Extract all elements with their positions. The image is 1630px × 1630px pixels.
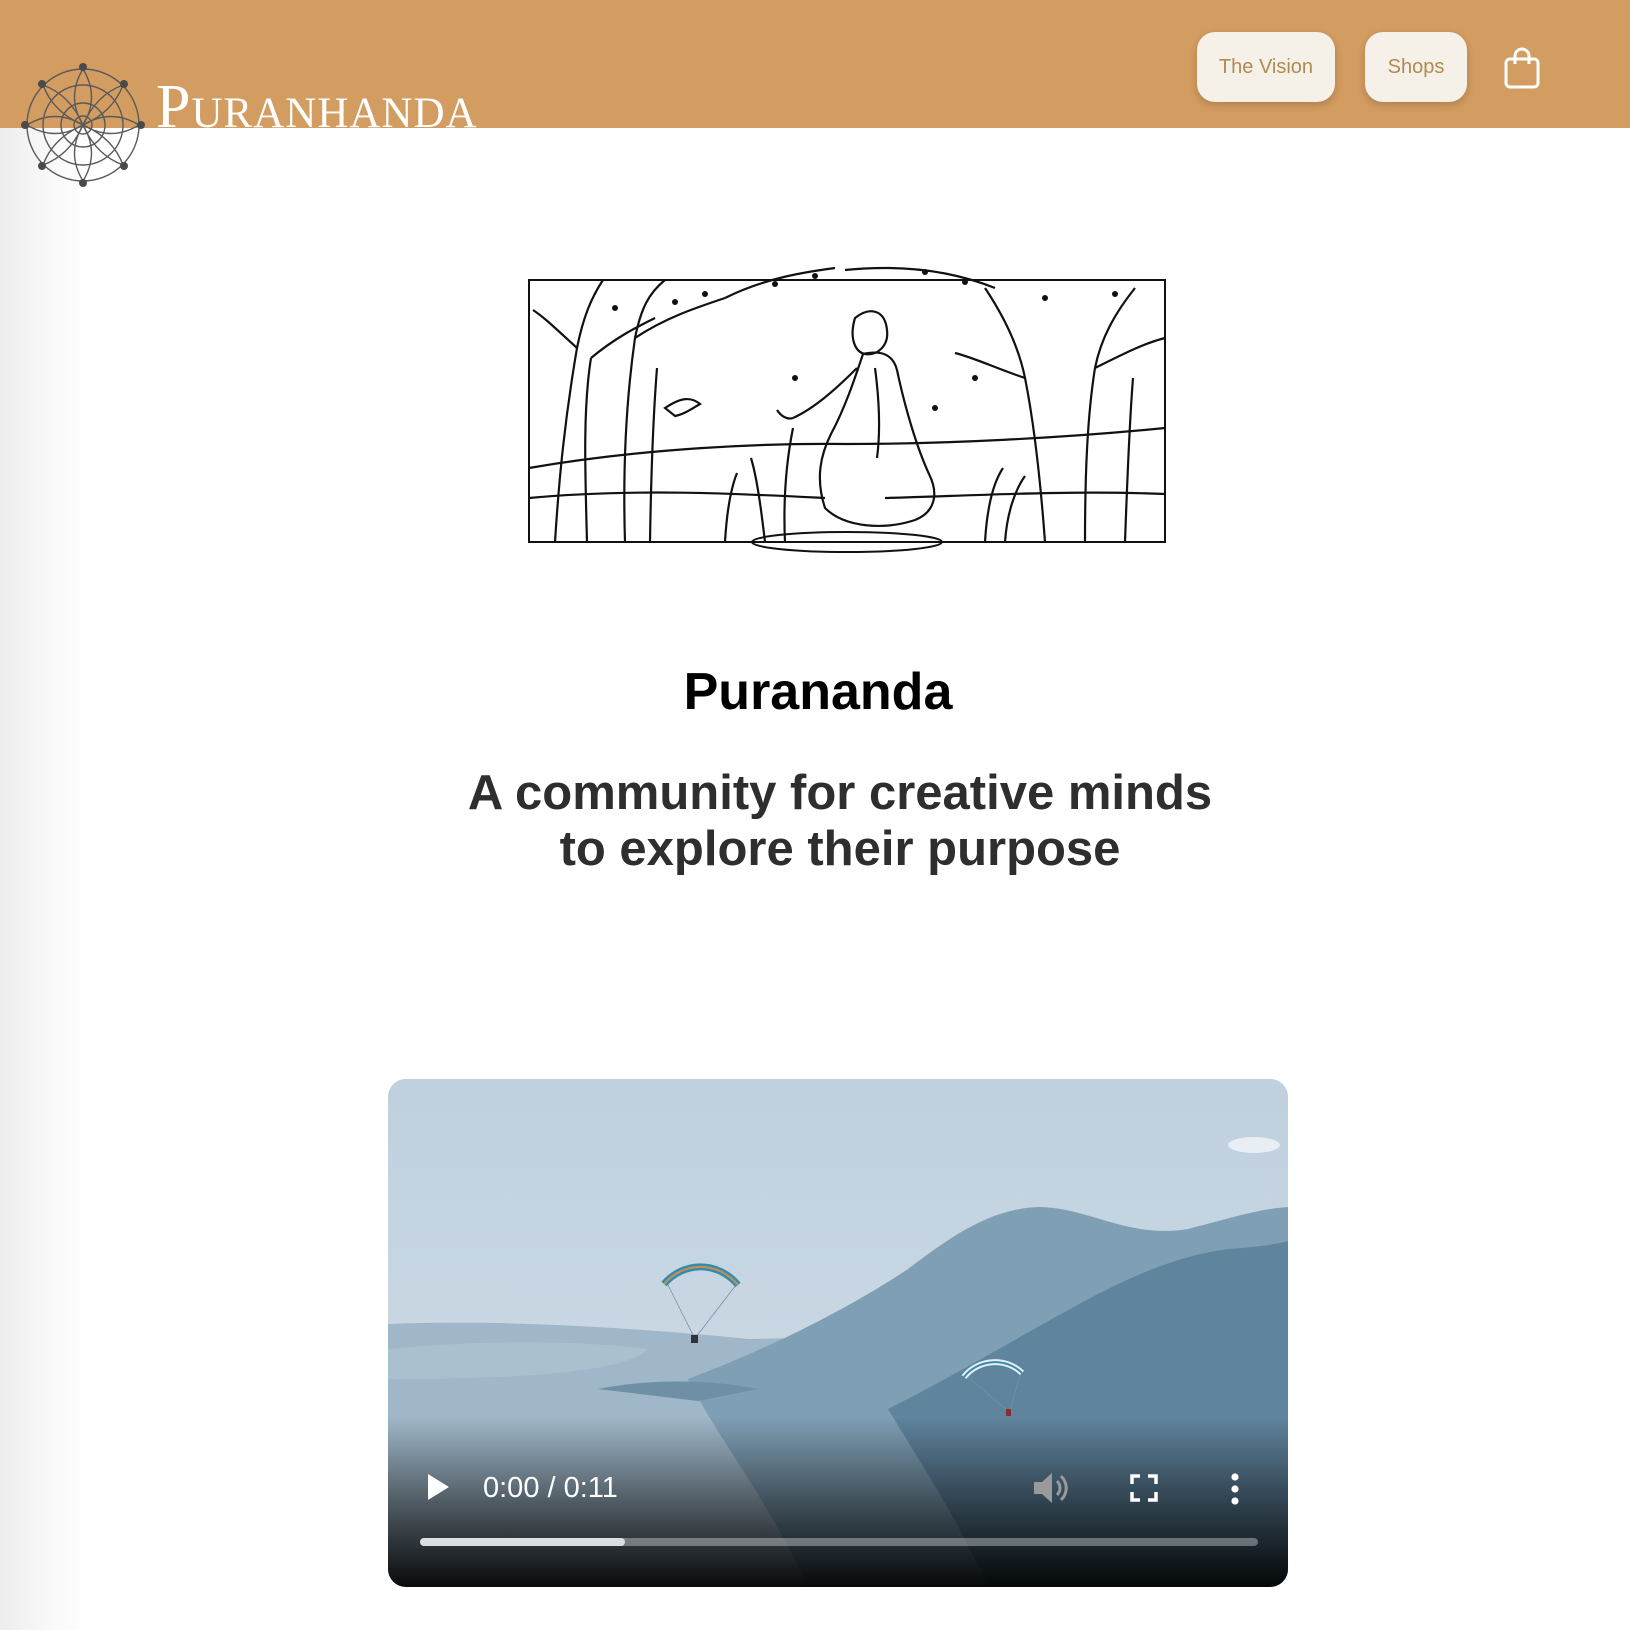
nav-shops-button[interactable]: Shops bbox=[1365, 32, 1467, 102]
mandala-logo-icon bbox=[21, 63, 145, 187]
woman-in-garden-illustration bbox=[528, 266, 1166, 553]
nav-the-vision-button[interactable]: The Vision bbox=[1197, 32, 1335, 102]
video-buffered-fill bbox=[420, 1538, 626, 1546]
more-options-icon[interactable] bbox=[1230, 1473, 1240, 1505]
shopping-bag-icon[interactable] bbox=[1502, 46, 1542, 90]
page-title: Purananda bbox=[683, 663, 953, 721]
tagline-line-2: to explore their purpose bbox=[559, 822, 1121, 876]
fullscreen-icon[interactable] bbox=[1130, 1474, 1158, 1502]
video-time-display: 0:00 / 0:11 bbox=[483, 1472, 618, 1504]
video-player[interactable]: 0:00 / 0:11 bbox=[388, 1079, 1288, 1587]
volume-icon[interactable] bbox=[1031, 1470, 1069, 1506]
play-icon[interactable] bbox=[424, 1471, 452, 1503]
tagline-line-1: A community for creative minds bbox=[467, 766, 1213, 820]
video-progress-bar[interactable] bbox=[420, 1538, 1258, 1546]
page-edge-shade bbox=[0, 0, 90, 1630]
site-header: Puranhanda The Vision Shops bbox=[0, 0, 1630, 187]
brand-wordmark: Puranhanda bbox=[156, 73, 478, 141]
tagline: A community for creative minds to explor… bbox=[330, 765, 1350, 877]
